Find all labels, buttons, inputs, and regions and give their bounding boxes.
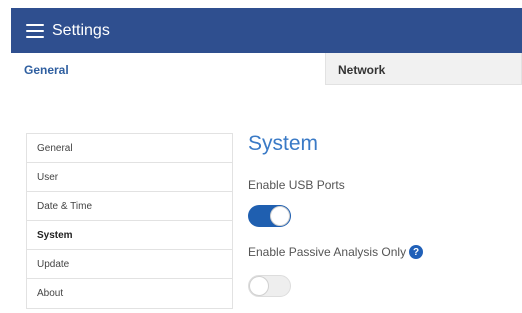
- app-bar: Settings: [11, 8, 522, 53]
- usb-ports-label: Enable USB Ports: [248, 178, 345, 192]
- tab-general[interactable]: General: [11, 53, 325, 85]
- passive-analysis-label: Enable Passive Analysis Only: [248, 245, 407, 259]
- toggle-knob: [249, 276, 269, 296]
- sidenav-item-general[interactable]: General: [27, 134, 232, 163]
- toggle-knob: [270, 206, 290, 226]
- menu-icon[interactable]: [26, 23, 44, 38]
- menu-icon-line: [26, 23, 44, 26]
- menu-icon-line: [26, 35, 44, 38]
- sidenav-item-date-time[interactable]: Date & Time: [27, 192, 232, 221]
- passive-analysis-toggle[interactable]: [248, 275, 291, 297]
- tab-bar: General Network: [11, 53, 522, 85]
- settings-sidenav: General User Date & Time System Update A…: [26, 133, 233, 309]
- sidenav-item-user[interactable]: User: [27, 163, 232, 192]
- sidenav-item-about[interactable]: About: [27, 279, 232, 308]
- question-circle-icon[interactable]: ?: [409, 245, 424, 259]
- sidenav-item-update[interactable]: Update: [27, 250, 232, 279]
- menu-icon-line: [26, 29, 44, 32]
- section-title: System: [248, 132, 319, 155]
- app-title: Settings: [52, 21, 110, 39]
- sidenav-item-system[interactable]: System: [27, 221, 232, 250]
- passive-analysis-row: Enable Passive Analysis Only ?: [248, 245, 424, 259]
- usb-ports-toggle[interactable]: [248, 205, 291, 227]
- tab-network[interactable]: Network: [325, 53, 522, 85]
